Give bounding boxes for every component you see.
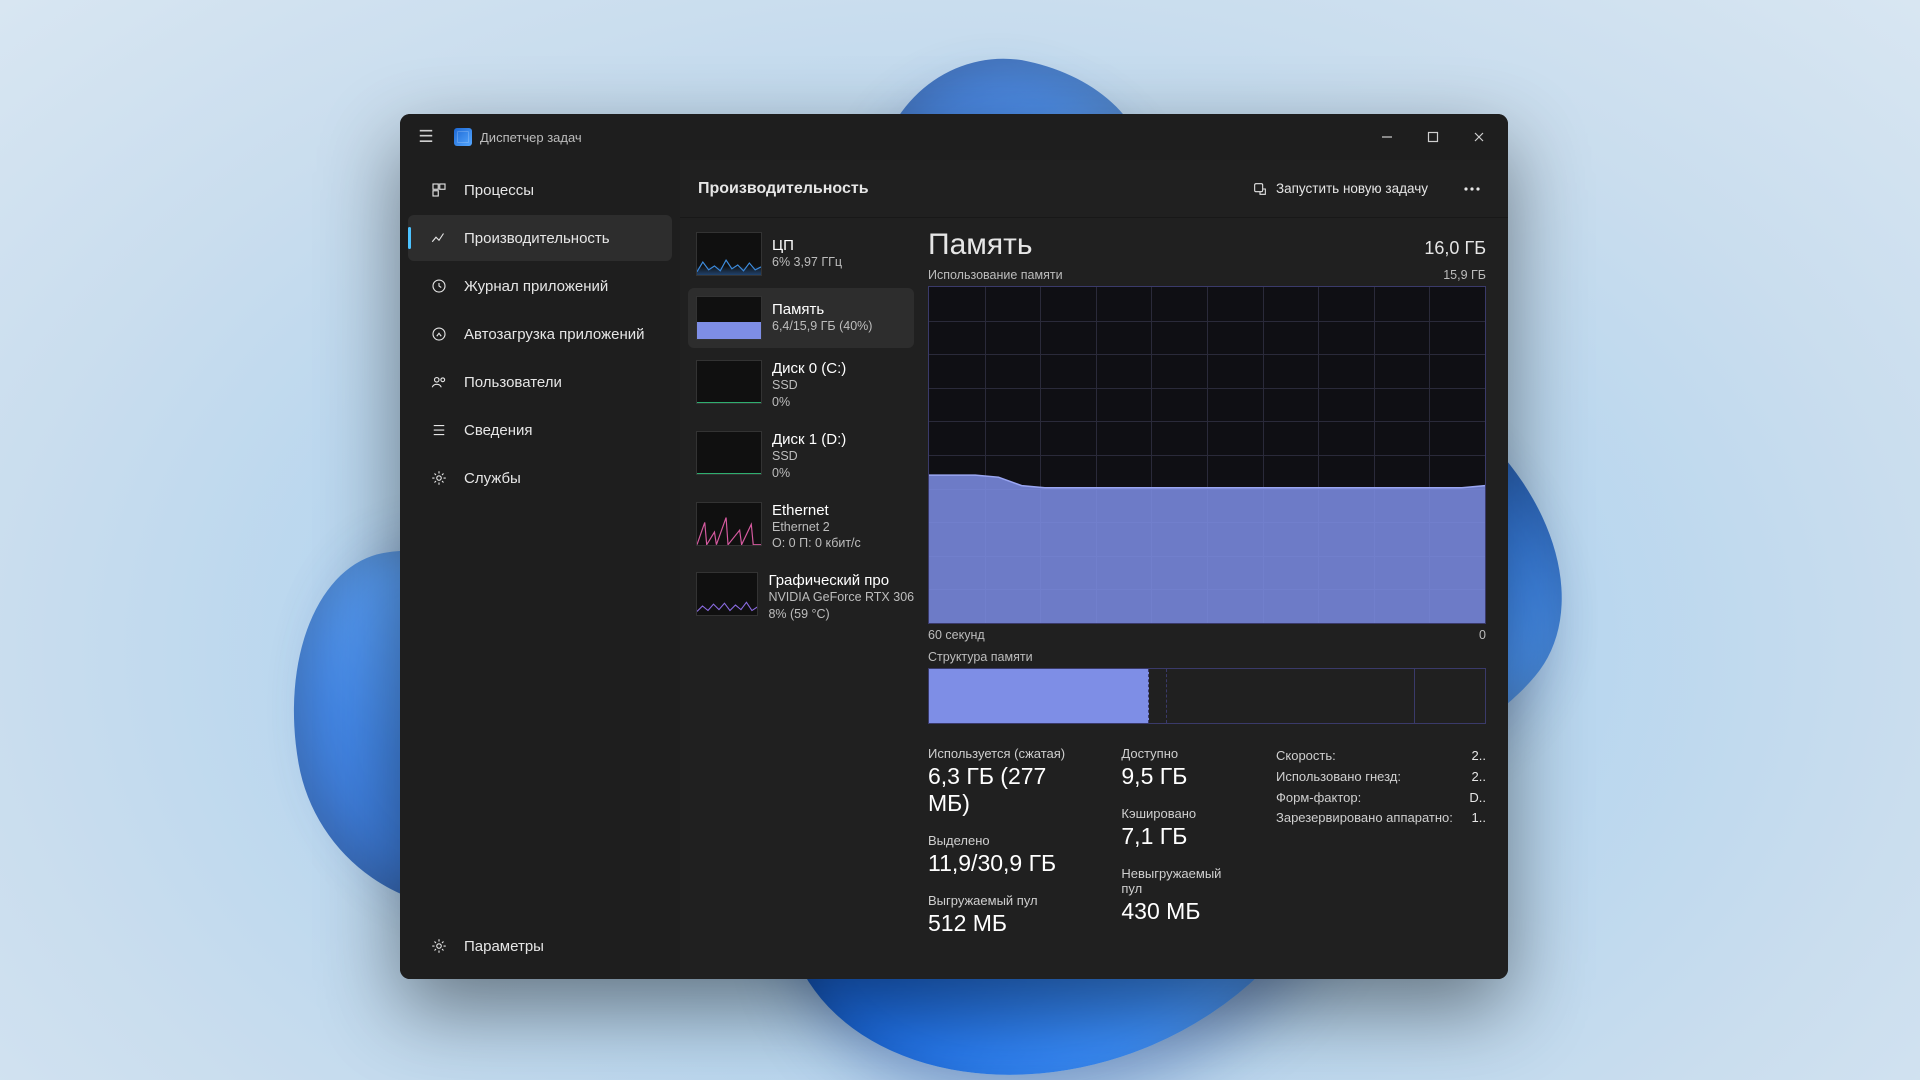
chart-x-left: 60 секунд [928, 628, 985, 642]
chart-x-right: 0 [1479, 628, 1486, 642]
mini-thumb-gpu [696, 572, 758, 616]
memory-info-table: Скорость:2..Использовано гнезд:2..Форм-ф… [1276, 746, 1486, 829]
hamburger-menu-button[interactable]: ☰ [406, 127, 446, 147]
chart-ylabel: Использование памяти [928, 268, 1063, 282]
composition-label: Структура памяти [928, 650, 1486, 664]
users-icon [430, 373, 448, 391]
mini-title: ЦП [772, 237, 842, 254]
sidebar: Процессы Производительность Журнал прило… [400, 160, 680, 979]
stat-label-committed: Выделено [928, 833, 1081, 848]
mini-item-disk0[interactable]: Диск 0 (C:) SSD 0% [688, 352, 914, 419]
sidebar-item-label: Журнал приложений [464, 278, 608, 295]
more-options-button[interactable] [1454, 171, 1490, 207]
startup-icon [430, 325, 448, 343]
sidebar-item-label: Параметры [464, 938, 544, 955]
run-new-task-button[interactable]: Запустить новую задачу [1240, 174, 1440, 204]
sidebar-item-app-history[interactable]: Журнал приложений [408, 263, 672, 309]
performance-icon [430, 229, 448, 247]
sidebar-item-performance[interactable]: Производительность [408, 215, 672, 261]
chart-ymax: 15,9 ГБ [1443, 268, 1486, 282]
details-icon [430, 421, 448, 439]
sidebar-item-label: Сведения [464, 422, 533, 439]
mini-sub2: О: 0 П: 0 кбит/с [772, 535, 861, 552]
sidebar-item-processes[interactable]: Процессы [408, 167, 672, 213]
mini-title: Диск 1 (D:) [772, 431, 846, 448]
mini-item-memory[interactable]: Память 6,4/15,9 ГБ (40%) [688, 288, 914, 348]
sidebar-item-startup[interactable]: Автозагрузка приложений [408, 311, 672, 357]
stat-value-cached: 7,1 ГБ [1121, 823, 1236, 850]
maximize-button[interactable] [1410, 114, 1456, 160]
kv-row: Зарезервировано аппаратно:1.. [1276, 808, 1486, 829]
detail-title: Память [928, 228, 1033, 262]
sidebar-item-users[interactable]: Пользователи [408, 359, 672, 405]
mini-item-cpu[interactable]: ЦП 6% 3,97 ГГц [688, 224, 914, 284]
stat-value-committed: 11,9/30,9 ГБ [928, 850, 1081, 877]
kv-row: Использовано гнезд:2.. [1276, 767, 1486, 788]
app-icon [454, 128, 472, 146]
mini-sub2: 0% [772, 394, 846, 411]
mini-thumb-memory [696, 296, 762, 340]
services-icon [430, 469, 448, 487]
processes-icon [430, 181, 448, 199]
task-manager-window: ☰ Диспетчер задач Процессы Производитель… [400, 114, 1508, 979]
sidebar-item-services[interactable]: Службы [408, 455, 672, 501]
stat-value-inuse: 6,3 ГБ (277 МБ) [928, 763, 1081, 817]
content: Производительность Запустить новую задач… [680, 160, 1508, 979]
stat-value-available: 9,5 ГБ [1121, 763, 1236, 790]
close-button[interactable] [1456, 114, 1502, 160]
mini-title: Ethernet [772, 502, 861, 519]
page-title: Производительность [698, 180, 869, 198]
kv-row: Форм-фактор:D.. [1276, 788, 1486, 809]
mini-sub2: 0% [772, 465, 846, 482]
sidebar-item-label: Автозагрузка приложений [464, 326, 645, 343]
memory-composition-chart [928, 668, 1486, 724]
minimize-button[interactable] [1364, 114, 1410, 160]
sidebar-item-label: Производительность [464, 230, 610, 247]
mini-thumb-disk1 [696, 431, 762, 475]
stat-value-nonpaged: 430 МБ [1121, 898, 1236, 925]
mini-thumb-disk0 [696, 360, 762, 404]
stat-label-cached: Кэшировано [1121, 806, 1236, 821]
stat-label-paged: Выгружаемый пул [928, 893, 1081, 908]
mini-thumb-cpu [696, 232, 762, 276]
app-title: Диспетчер задач [480, 130, 582, 145]
run-new-task-label: Запустить новую задачу [1276, 181, 1428, 196]
mini-title: Диск 0 (C:) [772, 360, 846, 377]
toolbar: Производительность Запустить новую задач… [680, 160, 1508, 218]
mini-sub: Ethernet 2 [772, 519, 861, 536]
mini-title: Память [772, 301, 872, 318]
ellipsis-icon [1464, 187, 1480, 191]
sidebar-item-label: Процессы [464, 182, 534, 199]
titlebar: ☰ Диспетчер задач [400, 114, 1508, 160]
stat-label-available: Доступно [1121, 746, 1236, 761]
history-icon [430, 277, 448, 295]
detail-total: 16,0 ГБ [1424, 238, 1486, 259]
gear-icon [430, 937, 448, 955]
mini-sub: SSD [772, 448, 846, 465]
mini-sub: NVIDIA GeForce RTX 306 [768, 589, 906, 606]
sidebar-item-label: Пользователи [464, 374, 562, 391]
mini-sub2: 8% (59 °C) [768, 606, 906, 623]
mini-item-disk1[interactable]: Диск 1 (D:) SSD 0% [688, 423, 914, 490]
sidebar-item-label: Службы [464, 470, 521, 487]
stat-value-paged: 512 МБ [928, 910, 1081, 937]
stat-label-nonpaged: Невыгружаемый пул [1121, 866, 1236, 896]
stat-label-inuse: Используется (сжатая) [928, 746, 1081, 761]
mini-thumb-ethernet [696, 502, 762, 546]
kv-row: Скорость:2.. [1276, 746, 1486, 767]
mini-item-ethernet[interactable]: Ethernet Ethernet 2 О: 0 П: 0 кбит/с [688, 494, 914, 561]
mini-item-gpu[interactable]: Графический про NVIDIA GeForce RTX 306 8… [688, 564, 914, 631]
sidebar-item-settings[interactable]: Параметры [408, 923, 672, 969]
mini-sub: 6,4/15,9 ГБ (40%) [772, 318, 872, 335]
mini-sub: SSD [772, 377, 846, 394]
resource-mini-list: ЦП 6% 3,97 ГГц Память 6,4/15,9 ГБ (40%) [680, 218, 922, 979]
run-icon [1252, 181, 1268, 197]
mini-title: Графический про [768, 572, 906, 589]
sidebar-item-details[interactable]: Сведения [408, 407, 672, 453]
stats-grid: Используется (сжатая) 6,3 ГБ (277 МБ) Вы… [928, 746, 1486, 937]
detail-panel: Память 16,0 ГБ Использование памяти 15,9… [922, 218, 1508, 979]
mini-sub: 6% 3,97 ГГц [772, 254, 842, 271]
memory-usage-chart [928, 286, 1486, 624]
